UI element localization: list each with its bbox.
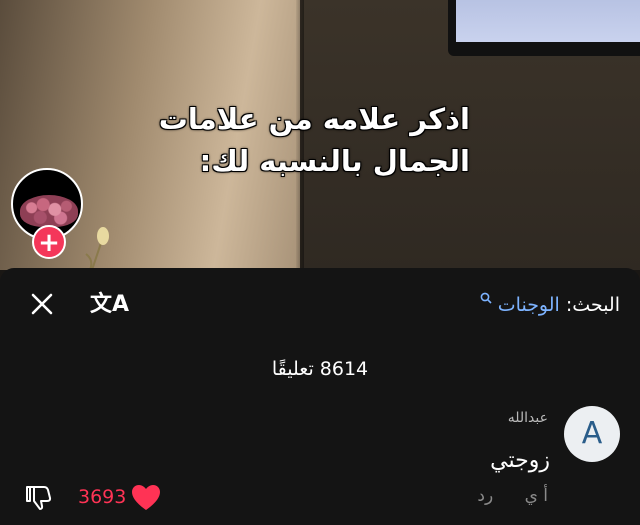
translate-button[interactable]: 文A — [90, 290, 129, 320]
caption-line-1: اذكر علامه من علامات — [158, 102, 470, 136]
close-icon[interactable] — [28, 290, 56, 318]
dislike-icon[interactable] — [24, 483, 54, 513]
plant-bud — [85, 227, 109, 270]
search-prefix: البحث: — [565, 294, 620, 316]
comment-avatar[interactable]: A — [564, 406, 620, 462]
comment-count: 8614 تعليقًا — [271, 358, 369, 380]
caption-line-2: الجمال بالنسبه لك: — [199, 144, 470, 178]
like-count: 3693 — [78, 486, 127, 508]
heart-icon[interactable] — [131, 484, 161, 512]
comment-time: أ ي — [524, 486, 548, 506]
tv-set — [448, 0, 640, 56]
reply-button[interactable]: رد — [477, 486, 493, 506]
video-caption: اذكر علامه من علامات الجمال بالنسبه لك: — [150, 98, 470, 182]
comments-sheet: 文A البحث: الوجنات 8614 تعليقًا A عبدالله… — [0, 268, 640, 525]
search-term[interactable]: الوجنات — [498, 294, 560, 316]
plus-icon: + — [38, 228, 60, 258]
comment-text: زوجتي — [490, 448, 550, 473]
video-frame[interactable]: اذكر علامه من علامات الجمال بالنسبه لك: … — [0, 0, 640, 270]
comment-meta: أ ي رد — [451, 486, 548, 506]
search-icon — [480, 292, 492, 304]
creator-avatar[interactable]: + — [11, 168, 87, 260]
comment-username[interactable]: عبدالله — [508, 410, 548, 426]
search-suggestion[interactable]: البحث: الوجنات — [480, 292, 620, 316]
follow-button[interactable]: + — [32, 225, 66, 259]
